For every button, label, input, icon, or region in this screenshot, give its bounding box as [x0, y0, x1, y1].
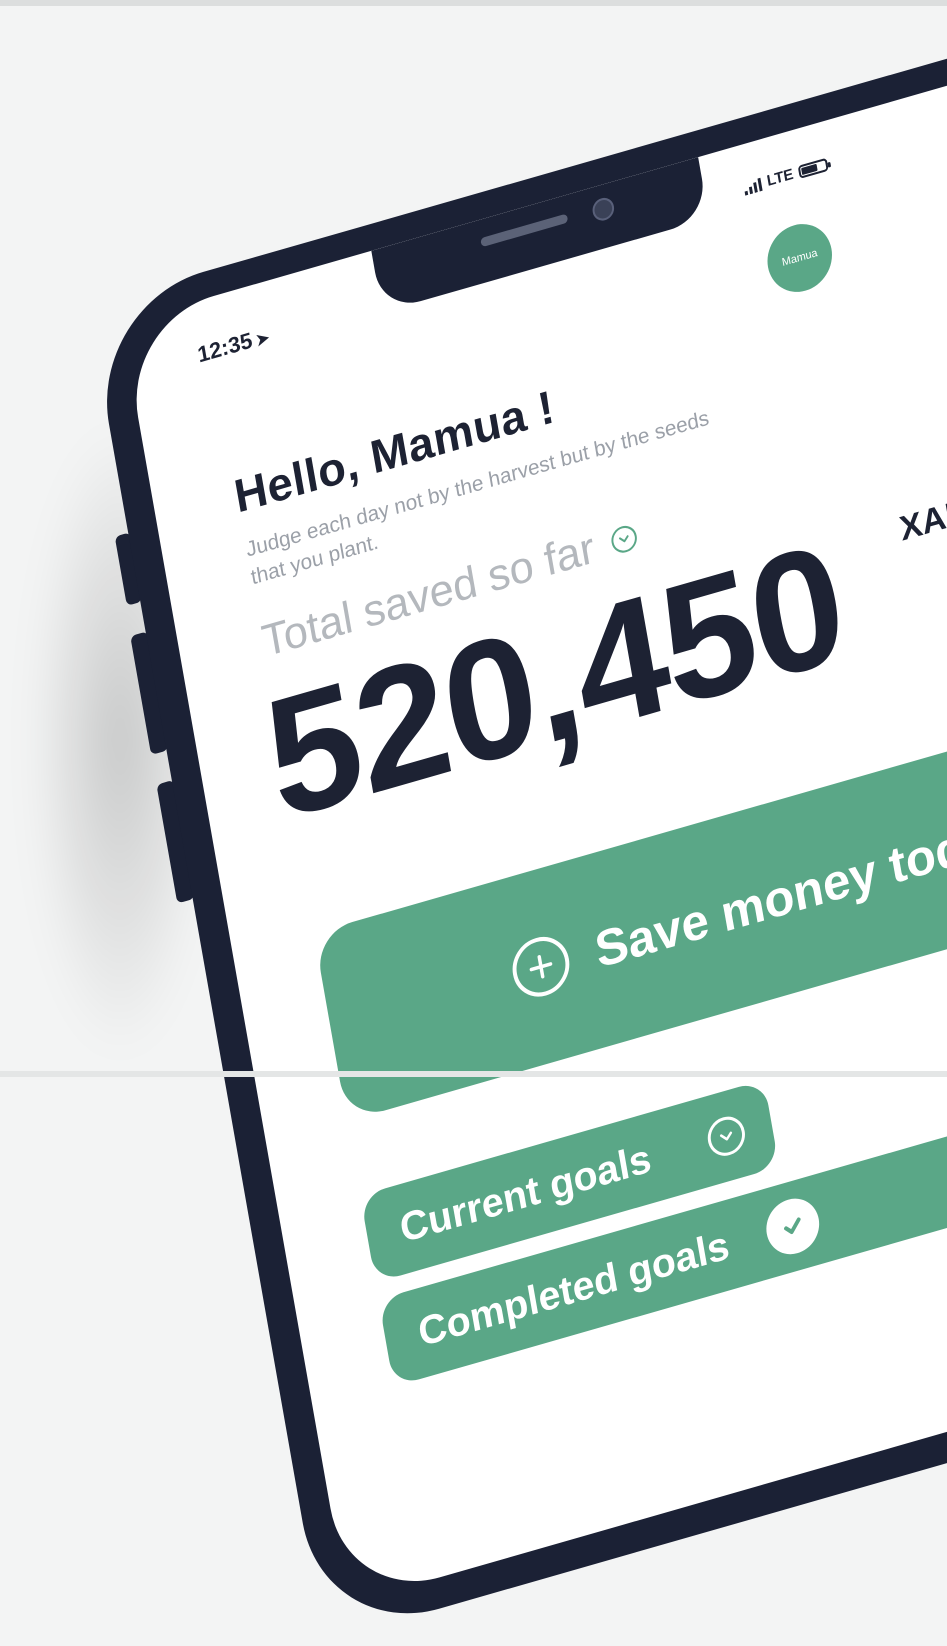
- save-money-label: Save money today: [590, 802, 947, 979]
- front-camera: [590, 195, 616, 224]
- battery-icon: [797, 157, 829, 179]
- signal-icon: [743, 176, 763, 196]
- chevron-down-icon: [704, 1112, 749, 1161]
- status-time-text: 12:35: [195, 327, 255, 368]
- chevron-down-icon[interactable]: [609, 522, 639, 556]
- avatar-label: Mamua: [781, 246, 819, 269]
- image-top-border: [0, 0, 947, 6]
- phone-device: 12:35➤ LTE Mamua Hello, Mamua ! Judge ea…: [88, 0, 947, 1642]
- status-indicators: LTE: [743, 156, 830, 197]
- currency-code: XAF: [896, 492, 947, 549]
- speaker-grille: [480, 213, 569, 248]
- location-arrow-icon: ➤: [254, 329, 271, 350]
- status-time: 12:35➤: [196, 322, 271, 368]
- profile-avatar[interactable]: Mamua: [762, 216, 838, 300]
- plus-circle-icon: [508, 930, 574, 1004]
- image-bottom-border: [0, 1071, 947, 1077]
- check-circle-icon: [762, 1192, 824, 1261]
- network-type: LTE: [765, 165, 795, 190]
